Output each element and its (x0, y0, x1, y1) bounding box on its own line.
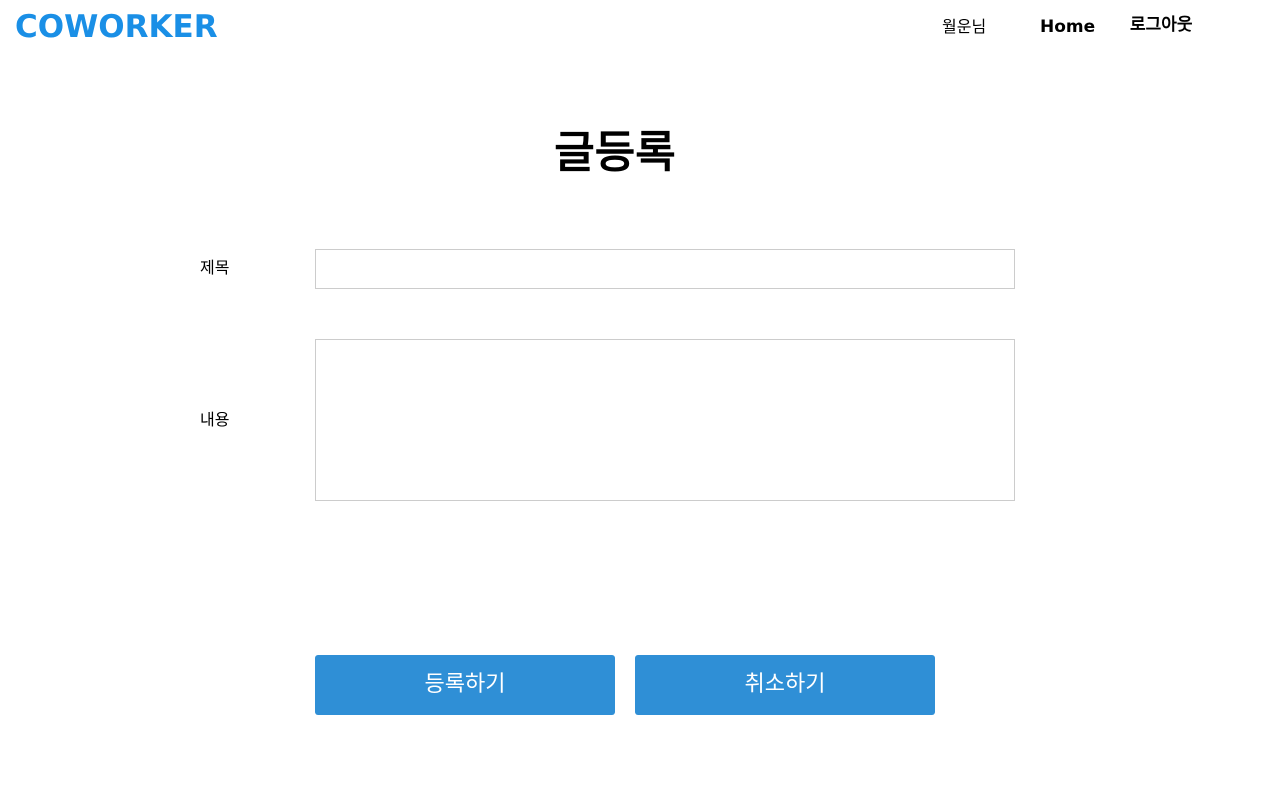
content-label: 내용 (200, 410, 230, 429)
title-label: 제목 (200, 258, 230, 277)
nav-logout-link[interactable]: 로그아웃 (1130, 13, 1193, 37)
page-title: 글등록 (554, 127, 676, 178)
write-post-page: COWORKER 월운님 Home 로그아웃 글등록 제목 내용 등록하기 취소… (0, 0, 1273, 805)
submit-button[interactable]: 등록하기 (315, 655, 615, 715)
cancel-button[interactable]: 취소하기 (635, 655, 935, 715)
brand-logo[interactable]: COWORKER (15, 8, 218, 46)
user-greeting: 월운님 (942, 17, 987, 36)
content-textarea[interactable] (315, 339, 1015, 501)
title-input[interactable] (315, 249, 1015, 289)
nav-home-link[interactable]: Home (1040, 15, 1095, 39)
